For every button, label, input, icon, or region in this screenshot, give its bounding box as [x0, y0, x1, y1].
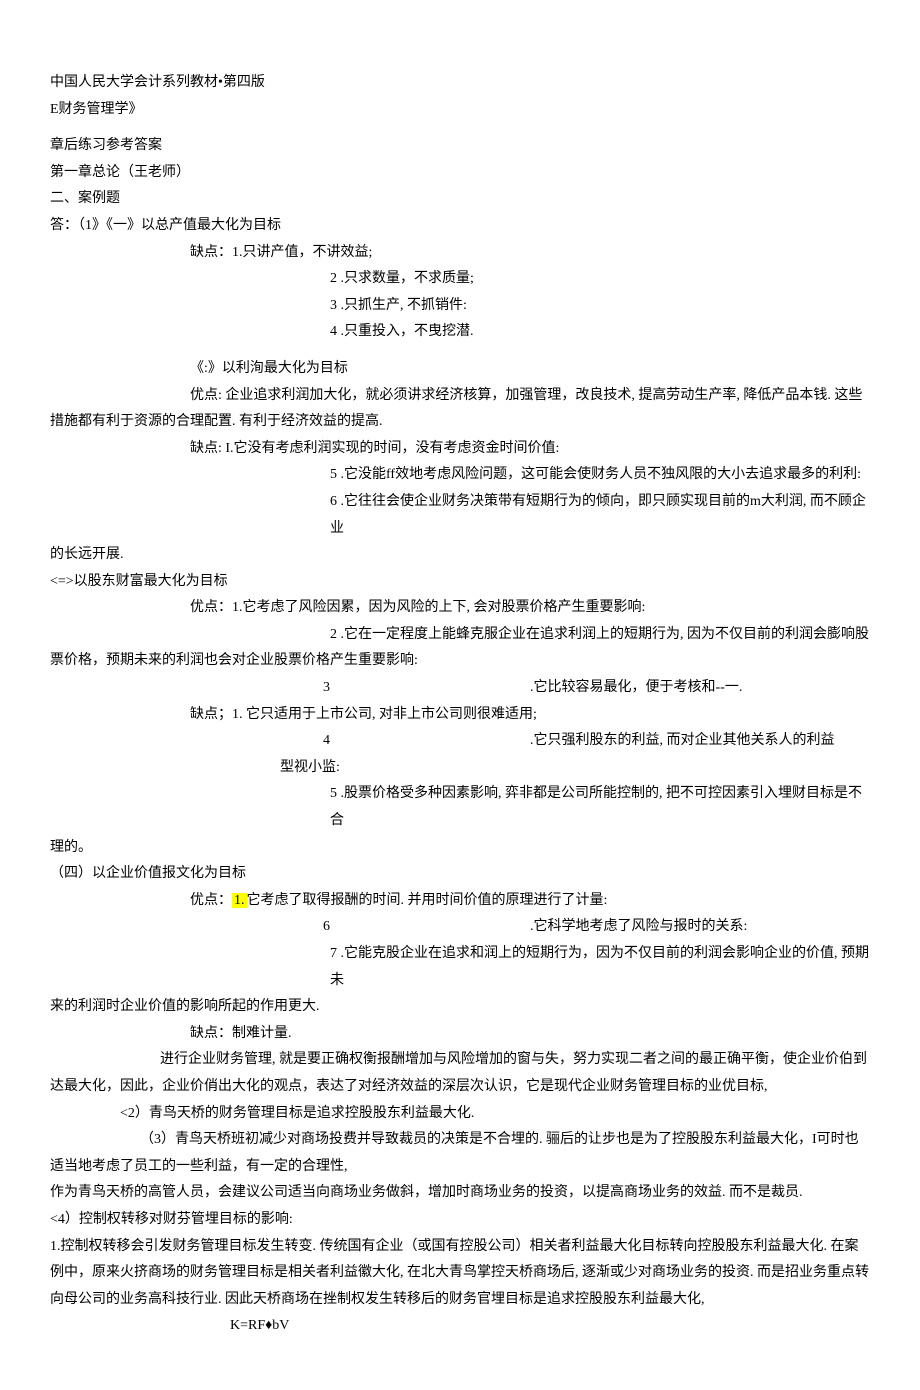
sec2-drawback-6: 6 .它往往会使企业财务决策带有短期行为的倾向，即只顾实现目前的m大利润, 而不… [50, 489, 870, 542]
sec3-drawback-5-cont: 理的。 [50, 835, 870, 862]
sec3-advantage-2-cont: 票价格，预期未来的利润也会对企业股票价格产生重要影响: [50, 648, 870, 675]
list-number: 5 [330, 786, 337, 801]
indent [50, 1132, 140, 1147]
list-text: .只抓生产, 不抓销件: [337, 298, 467, 313]
question-4-para1: 1.控制权转移会引发财务管理目标发生转变. 传统国有企业（或国有控股公司）相关者… [50, 1234, 870, 1314]
list-text: .它往往会使企业财务决策带有短期行为的倾向，即只顾实现目前的m大利润, 而不顾企… [330, 494, 866, 536]
list-number: 3 [330, 298, 337, 313]
sec3-advantage-3: 3.它比较容易最化，便于考核和--一. [50, 675, 870, 702]
list-number: 2 [330, 271, 337, 286]
list-number: 5 [330, 467, 337, 482]
list-text: .只重投入，不曳挖潜. [337, 324, 474, 339]
list-text: .它比较容易最化，便于考核和--一. [530, 680, 742, 695]
list-number: 2 [330, 627, 337, 642]
list-number: 3 [50, 675, 530, 702]
sec1-drawback-1: 缺点：1.只讲产值，不讲效益; [50, 240, 870, 267]
sec4-drawback: 缺点：制难计量. [50, 1021, 870, 1048]
sec2-drawback-6-cont: 的长远开展. [50, 542, 870, 569]
answer-key-title: 章后练习参考答案 [50, 133, 870, 160]
sec4-advantage-7-cont: 来的利润时企业价值的影响所起的作用更大. [50, 994, 870, 1021]
sec2-drawback-1: 缺点: I.它没有考虑利润实现的时间，没有考虑资金时间价值: [50, 436, 870, 463]
adv-prefix: 优点： [190, 893, 232, 908]
question-2: <2）青鸟天桥的财务管理目标是追求控股股东利益最大化. [50, 1101, 870, 1128]
list-text: .它能克股企业在追求和润上的短期行为，因为不仅目前的利润会影响企业的价值, 预期… [330, 946, 869, 988]
sec3-drawback-5: 5 .股票价格受多种因素影响, 弈非都是公司所能控制的, 把不可控因素引入埋财目… [50, 781, 870, 834]
sec4-advantage-6: 6.它科学地考虑了风险与报时的关系: [50, 914, 870, 941]
sec1-drawback-2: 2 .只求数量，不求质量; [50, 266, 870, 293]
question-3-para2: 作为青鸟天桥的高管人员，会建议公司适当向商场业务做斜，增加时商场业务的投资，以提… [50, 1180, 870, 1207]
list-number: 4 [330, 324, 337, 339]
list-number: 6 [330, 494, 337, 509]
list-text: .股票价格受多种因素影响, 弈非都是公司所能控制的, 把不可控因素引入埋财目标是… [330, 786, 862, 828]
book-title: E财务管理学》 [50, 97, 870, 124]
sec2-advantage: 优点: 企业追求利润加大化，就必须讲求经济核算，加强管理，改良技术, 提高劳动生… [50, 383, 870, 436]
question-3: （3）青鸟天桥班初减少对商场投费并导致裁员的决策是不合埋的. 骊后的让步也是为了… [50, 1127, 870, 1180]
sec3-title: <=>以股东财富最大化为目标 [50, 569, 870, 596]
sec4-advantage-1: 优点：1.它考虑了取得报酬的时间. 并用时间价值的原理进行了计量: [50, 888, 870, 915]
formula: K=RF♦bV [50, 1313, 870, 1340]
list-text: .它只强利股东的利益, 而对企业其他关系人的利益 [530, 733, 835, 748]
list-text: .它在一定程度上能蜂克服企业在追求利润上的短期行为, 因为不仅目前的利润会膨响股 [337, 627, 869, 642]
list-number: 6 [50, 914, 530, 941]
sec2-drawback-5: 5 .它没能ff效地考虑风险问题，这可能会使财务人员不独风限的大小去追求最多的利… [50, 462, 870, 489]
textbook-series: 中国人民大学会计系列教材•第四版 [50, 70, 870, 97]
sec3-drawback-4: 4.它只强利股东的利益, 而对企业其他关系人的利益 [50, 728, 870, 755]
sec1-drawback-4: 4 .只重投入，不曳挖潜. [50, 319, 870, 346]
sec4-paragraph: 进行企业财务管理, 就是要正确权衡报酬增加与风险增加的窗与失，努力实现二者之间的… [50, 1047, 870, 1100]
indent [50, 388, 190, 403]
list-text: .它科学地考虑了风险与报时的关系: [530, 919, 747, 934]
sec3-advantage-1: 优点：1.它考虑了风险因累，因为风险的上下, 会对股票价格产生重要影响: [50, 595, 870, 622]
highlight-number: 1. [232, 893, 247, 908]
sec3-drawback-4-cont: 型视小监: [50, 755, 870, 782]
sec1-drawback-3: 3 .只抓生产, 不抓销件: [50, 293, 870, 320]
sec2-title: 《:》以利洵最大化为目标 [50, 356, 870, 383]
sec4-advantage-7: 7 .它能克股企业在追求和润上的短期行为，因为不仅目前的利润会影响企业的价值, … [50, 941, 870, 994]
sec4-title: （四）以企业价值报文化为目标 [50, 861, 870, 888]
list-number: 4 [50, 728, 530, 755]
question-4-title: <4）控制权转移对财芬管埋目标的影响: [50, 1207, 870, 1234]
indent [50, 1052, 160, 1067]
text: （3）青鸟天桥班初减少对商场投费并导致裁员的决策是不合埋的. 骊后的让步也是为了… [50, 1132, 859, 1174]
list-number: 7 [330, 946, 337, 961]
spacer [50, 346, 870, 356]
adv-text: 它考虑了取得报酬的时间. 并用时间价值的原理进行了计量: [247, 893, 608, 908]
text: 进行企业财务管理, 就是要正确权衡报酬增加与风险增加的窗与失，努力实现二者之间的… [50, 1052, 867, 1094]
answer-1-title: 答：（1》《一》以总产值最大化为目标 [50, 213, 870, 240]
sec3-advantage-2: 2 .它在一定程度上能蜂克服企业在追求利润上的短期行为, 因为不仅目前的利润会膨… [50, 622, 870, 649]
sec3-drawback-1: 缺点；1. 它只适用于上市公司, 对非上市公司则很难适用; [50, 702, 870, 729]
list-text: .它没能ff效地考虑风险问题，这可能会使财务人员不独风限的大小去追求最多的利利: [337, 467, 861, 482]
section-label: 二、案例题 [50, 186, 870, 213]
list-text: .只求数量，不求质量; [337, 271, 474, 286]
spacer [50, 123, 870, 133]
chapter-title: 第一章总论（王老师） [50, 160, 870, 187]
